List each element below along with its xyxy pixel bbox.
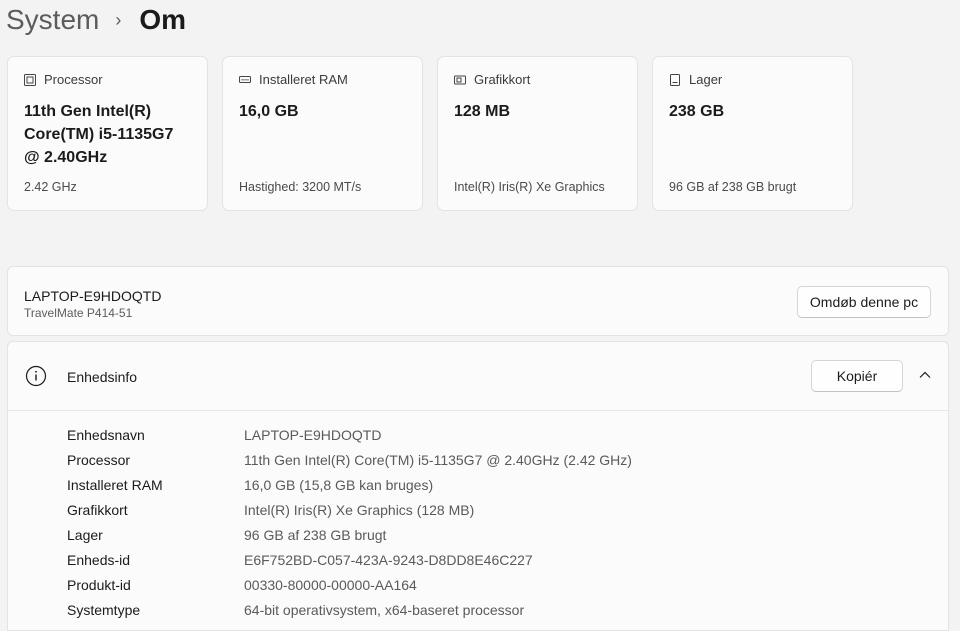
processor-icon [24,73,36,86]
device-spec-list: Enhedsnavn LAPTOP-E9HDOQTD Processor 11t… [67,422,632,622]
page-title: Om [139,4,187,35]
device-info-title: Enhedsinfo [67,369,138,385]
spec-label: Systemtype [67,601,141,618]
graphics-card: Grafikkort 128 MB Intel(R) Iris(R) Xe Gr… [437,56,638,211]
spec-row-system-type: Systemtype 64-bit operativsystem, x64-ba… [67,597,632,622]
storage-card-label: Lager [689,72,723,87]
spec-label: Installeret RAM [67,476,163,493]
spec-value: 96 GB af 238 GB brugt [244,526,387,543]
spec-label: Processor [67,451,131,468]
storage-card-value: 238 GB [669,103,725,120]
spec-value: Intel(R) Iris(R) Xe Graphics (128 MB) [244,501,475,518]
spec-row-storage: Lager 96 GB af 238 GB brugt [67,522,632,547]
storage-icon [669,73,681,86]
rename-pc-button[interactable]: Omdøb denne pc [797,286,931,318]
spec-label: Grafikkort [67,501,128,518]
spec-label: Lager [67,526,103,543]
spec-row-product-id: Produkt-id 00330-80000-00000-AA164 [67,572,632,597]
spec-label: Enhedsnavn [67,426,145,443]
processor-card-label: Processor [44,72,103,87]
spec-label: Enheds-id [67,551,131,568]
copy-button[interactable]: Kopiér [811,360,903,392]
ram-card-value: 16,0 GB [239,103,299,120]
spec-row-graphics: Grafikkort Intel(R) Iris(R) Xe Graphics … [67,497,632,522]
spec-label: Produkt-id [67,576,131,593]
processor-card-value: 11th Gen Intel(R) Core(TM) i5-1135G7 @ 2… [24,103,174,166]
spec-row-processor: Processor 11th Gen Intel(R) Core(TM) i5-… [67,447,632,472]
ram-card: Installeret RAM 16,0 GB Hastighed: 3200 … [222,56,423,211]
spec-row-ram: Installeret RAM 16,0 GB (15,8 GB kan bru… [67,472,632,497]
graphics-card-value: 128 MB [454,103,511,120]
spec-value: LAPTOP-E9HDOQTD [244,426,382,443]
device-name-panel: LAPTOP-E9HDOQTD TravelMate P414-51 Omdøb… [7,266,949,336]
info-icon [25,365,47,387]
spec-cards: Processor 11th Gen Intel(R) Core(TM) i5-… [7,56,853,211]
device-model: TravelMate P414-51 [24,306,133,320]
device-info-header[interactable]: Enhedsinfo Kopiér [8,342,948,411]
processor-card-sub: 2.42 GHz [24,180,77,194]
spec-value: 64-bit operativsystem, x64-baseret proce… [244,601,525,618]
ram-icon [239,74,251,86]
spec-value: 11th Gen Intel(R) Core(TM) i5-1135G7 @ 2… [244,451,632,468]
chevron-right-icon: › [115,9,122,30]
spec-row-device-name: Enhedsnavn LAPTOP-E9HDOQTD [67,422,632,447]
storage-card-sub: 96 GB af 238 GB brugt [669,180,797,194]
processor-card: Processor 11th Gen Intel(R) Core(TM) i5-… [7,56,208,211]
graphics-card-sub: Intel(R) Iris(R) Xe Graphics [454,180,605,194]
breadcrumb-system-link[interactable]: System [6,4,99,36]
breadcrumb: System › Om [6,0,186,40]
device-info-panel: Enhedsinfo Kopiér Enhedsnavn LAPTOP-E9HD… [7,341,949,631]
spec-value: E6F752BD-C057-423A-9243-D8DD8E46C227 [244,551,533,568]
storage-card: Lager 238 GB 96 GB af 238 GB brugt [652,56,853,211]
spec-row-device-id: Enheds-id E6F752BD-C057-423A-9243-D8DD8E… [67,547,632,572]
device-name: LAPTOP-E9HDOQTD [24,288,162,304]
chevron-up-icon[interactable] [918,368,932,382]
graphics-card-label: Grafikkort [474,72,531,87]
spec-value: 16,0 GB (15,8 GB kan bruges) [244,476,434,493]
spec-value: 00330-80000-00000-AA164 [244,576,417,593]
graphics-card-icon [454,74,466,86]
ram-card-label: Installeret RAM [259,72,348,87]
ram-card-sub: Hastighed: 3200 MT/s [239,180,362,194]
